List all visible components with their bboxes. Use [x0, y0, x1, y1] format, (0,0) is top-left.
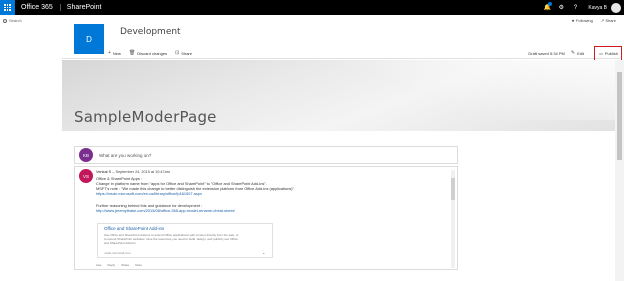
notification-dot [548, 2, 553, 6]
app-name[interactable]: SharePoint [59, 4, 101, 11]
share-button[interactable]: ⊡ Share [175, 50, 192, 56]
compose-input[interactable]: What are you working on? [99, 153, 151, 158]
site-actions: ★ Following ↗ Share [571, 18, 616, 23]
search-icon [3, 18, 7, 23]
card-domain: msdn.microsoft.com [104, 251, 131, 255]
draft-status: Draft saved 5:34 PM [528, 50, 565, 56]
search-placeholder: Search [9, 18, 22, 23]
compose-avatar: KB [79, 148, 93, 162]
site-share-button[interactable]: ↗ Share [601, 18, 616, 23]
suite-bar: Office 365 SharePoint 🔔 ⚙ ? Kavya B [0, 0, 624, 15]
command-bar: + New 🗑 Discard changes ⊡ Share Draft saved… [62, 47, 620, 59]
card-description: and SharePoint Add-ins. [104, 241, 137, 245]
plus-icon: + [108, 50, 111, 56]
feed-scrollbar-thumb[interactable] [451, 178, 455, 200]
post-share-button[interactable]: Share [121, 263, 129, 267]
page-scrollbar-thumb[interactable] [617, 72, 622, 160]
page-title[interactable]: SampleModerPage [74, 108, 217, 126]
post-meta: Venkat S – September 24, 2015 at 10:47am [96, 170, 170, 174]
brand-label[interactable]: Office 365 [21, 4, 53, 11]
new-button[interactable]: + New [108, 50, 121, 56]
publish-button[interactable]: ▭ Publish [599, 51, 618, 56]
more-button[interactable]: More [135, 263, 142, 267]
avatar[interactable] [611, 2, 621, 13]
card-title[interactable]: Office and SharePoint Add-ins [104, 226, 164, 231]
user-name[interactable]: Kavya B [588, 5, 607, 11]
edit-button[interactable]: ✎ Edit [571, 50, 584, 56]
pencil-icon: ✎ [570, 50, 576, 56]
chevron-down-icon[interactable]: ⌄ [262, 250, 265, 255]
post-avatar[interactable]: VS [79, 169, 93, 183]
publish-icon: ▭ [599, 51, 603, 56]
post-date[interactable]: September 24, 2015 at 10:47am [115, 170, 169, 174]
settings-icon[interactable]: ⚙ [554, 0, 568, 15]
bell-icon[interactable]: 🔔 [540, 0, 554, 15]
post-link[interactable]: http://www.jeremythake.com/2015/08/offic… [96, 208, 235, 213]
help-icon[interactable]: ? [568, 0, 582, 15]
share-icon: ⊡ [175, 50, 180, 56]
post-link[interactable]: https://msdn.microsoft.com/en-us/library… [96, 191, 202, 196]
post-author[interactable]: Venkat S [96, 170, 111, 174]
following-button[interactable]: ★ Following [571, 18, 593, 23]
banner-highlight [300, 60, 615, 120]
app-launcher-icon[interactable] [0, 0, 15, 15]
search-box[interactable]: Search [3, 18, 22, 23]
reply-button[interactable]: Reply [108, 263, 116, 267]
discard-changes-button[interactable]: 🗑 Discard changes [129, 50, 167, 56]
like-button[interactable]: Like [96, 263, 102, 267]
trash-icon: 🗑 [128, 50, 136, 56]
site-title[interactable]: Development [120, 27, 181, 37]
post-actions: Like Reply Share More [96, 263, 142, 267]
